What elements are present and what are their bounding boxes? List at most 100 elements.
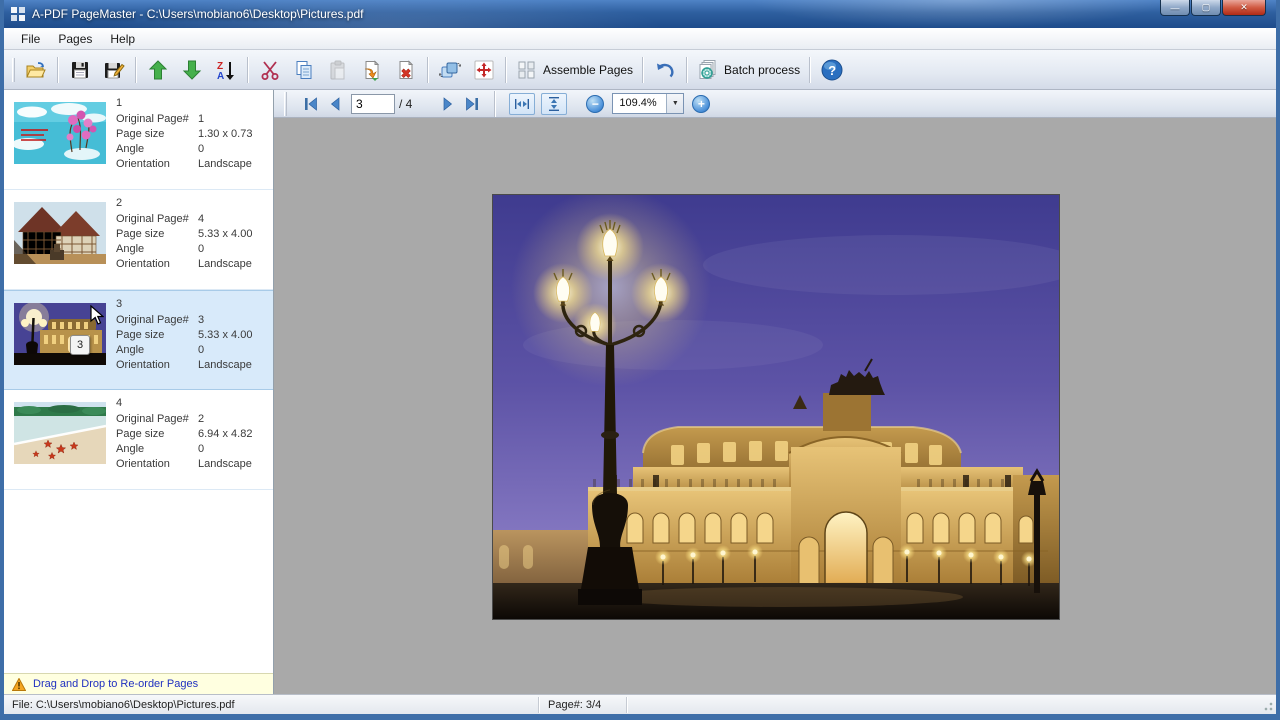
maximize-button[interactable]: ▢ bbox=[1191, 0, 1221, 16]
page-list-item-4[interactable]: 4 Original Page# 2 Page size 6.94 x 4.82 A… bbox=[4, 390, 273, 490]
batch-process-icon bbox=[699, 59, 716, 79]
fit-height-icon bbox=[549, 96, 560, 111]
insert-page-button[interactable] bbox=[355, 54, 389, 86]
value-page-size: 5.33 x 4.00 bbox=[198, 329, 253, 341]
label-orientation: Orientation bbox=[116, 359, 170, 371]
page-2-details: 2 Original Page# 4 Page size 5.33 x 4.00 A… bbox=[116, 196, 252, 272]
menu-pages[interactable]: Pages bbox=[49, 29, 101, 49]
toolbar-separator bbox=[642, 56, 645, 83]
reorder-hint-text: Drag and Drop to Re-order Pages bbox=[33, 678, 199, 690]
move-page-button[interactable] bbox=[467, 54, 501, 86]
window-title: A-PDF PageMaster - C:\Users\mobiano6\Des… bbox=[32, 7, 364, 21]
toolbar-separator bbox=[427, 56, 429, 83]
help-button[interactable]: ? bbox=[815, 54, 849, 86]
save-as-button[interactable] bbox=[97, 54, 131, 86]
zoom-out-button[interactable]: − bbox=[586, 94, 605, 113]
page-list: 1 Original Page# 1 Page size 1.30 x 0.73 A… bbox=[4, 90, 273, 673]
value-angle: 0 bbox=[198, 344, 205, 356]
menu-file[interactable]: File bbox=[12, 29, 49, 49]
page-list-item-3-selected[interactable]: 3 3 Original Page# 3 Page size 5.33 x 4.00… bbox=[4, 290, 273, 390]
value-page-size: 6.94 x 4.82 bbox=[198, 428, 253, 440]
move-page-up-button[interactable] bbox=[141, 54, 175, 86]
title-bar[interactable]: A-PDF PageMaster - C:\Users\mobiano6\Des… bbox=[4, 0, 1276, 28]
status-file-path: File: C:\Users\mobiano6\Desktop\Pictures… bbox=[12, 698, 235, 711]
previous-page-button[interactable] bbox=[323, 93, 347, 115]
value-orientation: Landscape bbox=[198, 258, 252, 270]
undo-icon bbox=[657, 63, 674, 77]
copy-icon bbox=[296, 60, 312, 79]
status-page-indicator: Page#: 3/4 bbox=[548, 698, 602, 711]
value-angle: 0 bbox=[198, 443, 205, 455]
resize-grip[interactable] bbox=[1263, 701, 1273, 711]
next-page-button[interactable] bbox=[436, 93, 460, 115]
first-page-button[interactable] bbox=[299, 93, 323, 115]
mouse-cursor bbox=[90, 305, 104, 325]
label-orientation: Orientation bbox=[116, 258, 170, 270]
open-button[interactable] bbox=[19, 54, 53, 86]
minimize-button[interactable]: — bbox=[1160, 0, 1190, 16]
page-number-input[interactable] bbox=[351, 93, 395, 114]
toolbar-separator bbox=[686, 56, 689, 83]
paste-button[interactable] bbox=[321, 54, 355, 86]
undo-button[interactable] bbox=[648, 54, 682, 86]
copy-button[interactable] bbox=[287, 54, 321, 86]
last-page-button[interactable] bbox=[460, 93, 484, 115]
down-arrow-icon bbox=[182, 60, 202, 80]
label-original-page: Original Page# bbox=[116, 113, 189, 125]
navbar-grip bbox=[284, 91, 287, 116]
page-list-item-1[interactable]: 1 Original Page# 1 Page size 1.30 x 0.73 A… bbox=[4, 90, 273, 190]
page-preview-area[interactable] bbox=[274, 118, 1276, 694]
menu-help[interactable]: Help bbox=[101, 29, 144, 49]
label-angle: Angle bbox=[116, 443, 145, 455]
value-page-size: 5.33 x 4.00 bbox=[198, 228, 253, 240]
assemble-grid-icon bbox=[518, 61, 535, 78]
save-button[interactable] bbox=[63, 54, 97, 86]
toolbar-separator bbox=[505, 56, 507, 83]
svg-text:?: ? bbox=[828, 63, 836, 78]
page-1-thumbnail[interactable] bbox=[14, 102, 106, 164]
label-original-page: Original Page# bbox=[116, 213, 189, 225]
flowers-thumbnail-image bbox=[14, 102, 106, 164]
help-icon: ? bbox=[821, 59, 843, 80]
toolbar-separator bbox=[809, 56, 812, 83]
page-list-item-2[interactable]: 2 Original Page# 4 Page size 5.33 x 4.00 A… bbox=[4, 190, 273, 290]
fit-height-button[interactable] bbox=[541, 92, 568, 115]
zoom-level-dropdown[interactable]: 109.4% ▼ bbox=[612, 93, 685, 114]
toolbar-separator bbox=[135, 56, 137, 83]
sort-pages-button[interactable]: Z A bbox=[209, 54, 243, 86]
drag-page-badge: 3 bbox=[70, 335, 90, 355]
fit-width-button[interactable] bbox=[509, 92, 536, 115]
open-folder-icon bbox=[26, 61, 46, 77]
reorder-hint-bar: Drag and Drop to Re-order Pages bbox=[4, 673, 273, 694]
label-original-page: Original Page# bbox=[116, 413, 189, 425]
toolbar-separator bbox=[247, 56, 249, 83]
page-number: 1 bbox=[116, 97, 123, 109]
zoom-level-value: 109.4% bbox=[619, 97, 657, 109]
dropdown-arrow-icon[interactable]: ▼ bbox=[666, 94, 684, 113]
value-original-page: 2 bbox=[198, 413, 205, 425]
page-total-label: / 4 bbox=[399, 96, 413, 111]
batch-process-button[interactable]: Batch process bbox=[692, 54, 805, 86]
label-original-page: Original Page# bbox=[116, 314, 189, 326]
delete-page-button[interactable] bbox=[389, 54, 423, 86]
rotate-icon bbox=[439, 62, 461, 77]
page-4-thumbnail[interactable] bbox=[14, 402, 106, 464]
page-list-panel: 1 Original Page# 1 Page size 1.30 x 0.73 A… bbox=[4, 90, 274, 694]
label-page-size: Page size bbox=[116, 329, 165, 341]
status-bar: File: C:\Users\mobiano6\Desktop\Pictures… bbox=[4, 694, 1276, 714]
page-number: 4 bbox=[116, 397, 123, 409]
value-original-page: 3 bbox=[198, 314, 205, 326]
close-button[interactable]: ✕ bbox=[1222, 0, 1266, 16]
cut-button[interactable] bbox=[253, 54, 287, 86]
page-4-details: 4 Original Page# 2 Page size 6.94 x 4.82 A… bbox=[116, 396, 252, 472]
move-page-down-button[interactable] bbox=[175, 54, 209, 86]
rotate-page-button[interactable] bbox=[433, 54, 467, 86]
app-logo-icon bbox=[11, 7, 25, 21]
page-2-thumbnail[interactable] bbox=[14, 202, 106, 264]
app-window: A-PDF PageMaster - C:\Users\mobiano6\Des… bbox=[0, 0, 1280, 720]
label-page-size: Page size bbox=[116, 128, 165, 140]
status-divider bbox=[626, 696, 628, 713]
zoom-in-button[interactable]: + bbox=[692, 94, 711, 113]
label-page-size: Page size bbox=[116, 228, 165, 240]
assemble-pages-button[interactable]: Assemble Pages bbox=[511, 54, 638, 86]
